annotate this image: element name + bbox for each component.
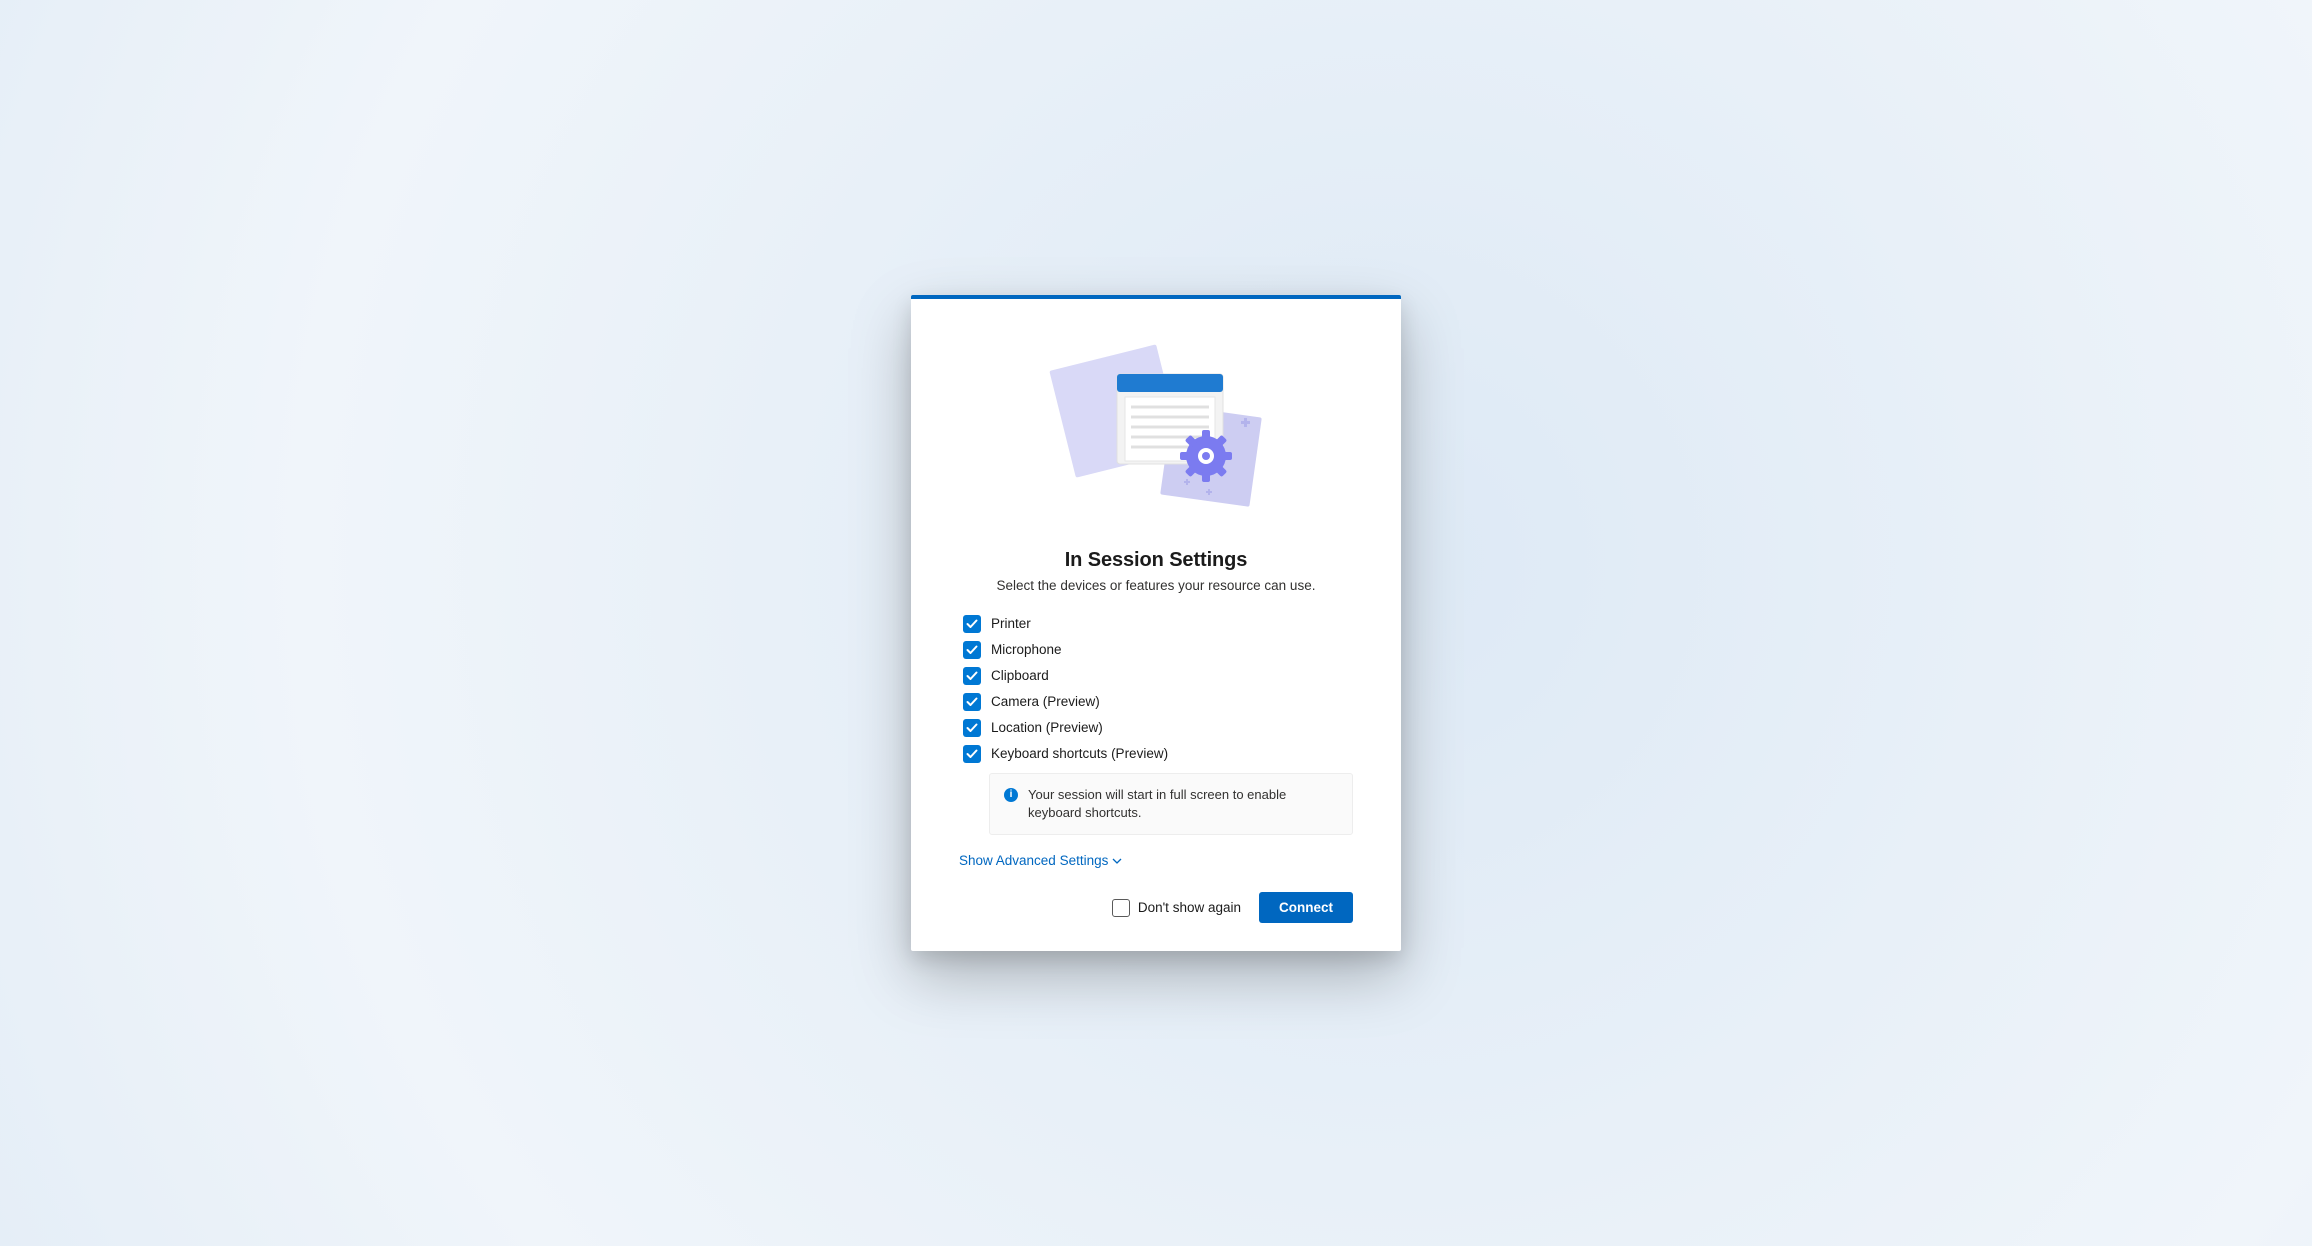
checkbox-checked-icon: [963, 719, 981, 737]
dont-show-again-checkbox[interactable]: Don't show again: [1112, 899, 1241, 917]
session-settings-dialog: In Session Settings Select the devices o…: [911, 295, 1401, 951]
checkbox-checked-icon: [963, 667, 981, 685]
option-checkbox[interactable]: Camera (Preview): [963, 693, 1353, 711]
option-checkbox[interactable]: Microphone: [963, 641, 1353, 659]
dialog-subtitle: Select the devices or features your reso…: [959, 578, 1353, 593]
option-checkbox[interactable]: Printer: [963, 615, 1353, 633]
info-icon: i: [1004, 788, 1018, 802]
connect-button[interactable]: Connect: [1259, 892, 1353, 923]
illustration: [959, 341, 1353, 521]
option-label: Printer: [991, 616, 1031, 631]
dialog-footer: Don't show again Connect: [959, 892, 1353, 923]
checkbox-checked-icon: [963, 693, 981, 711]
dont-show-again-label: Don't show again: [1138, 900, 1241, 915]
info-text: Your session will start in full screen t…: [1028, 786, 1338, 822]
option-label: Clipboard: [991, 668, 1049, 683]
chevron-down-icon: [1112, 858, 1122, 864]
options-list: Printer Microphone Clipboard Camera (Previe…: [963, 615, 1353, 763]
show-advanced-label: Show Advanced Settings: [959, 853, 1108, 868]
checkbox-checked-icon: [963, 615, 981, 633]
option-label: Microphone: [991, 642, 1062, 657]
option-checkbox[interactable]: Clipboard: [963, 667, 1353, 685]
show-advanced-link[interactable]: Show Advanced Settings: [959, 853, 1122, 868]
checkbox-checked-icon: [963, 641, 981, 659]
checkbox-unchecked-icon: [1112, 899, 1130, 917]
dialog-title: In Session Settings: [959, 549, 1353, 572]
option-checkbox[interactable]: Location (Preview): [963, 719, 1353, 737]
option-checkbox[interactable]: Keyboard shortcuts (Preview): [963, 745, 1353, 763]
info-box: i Your session will start in full screen…: [989, 773, 1353, 835]
checkbox-checked-icon: [963, 745, 981, 763]
option-label: Camera (Preview): [991, 694, 1100, 709]
option-label: Keyboard shortcuts (Preview): [991, 746, 1168, 761]
option-label: Location (Preview): [991, 720, 1103, 735]
